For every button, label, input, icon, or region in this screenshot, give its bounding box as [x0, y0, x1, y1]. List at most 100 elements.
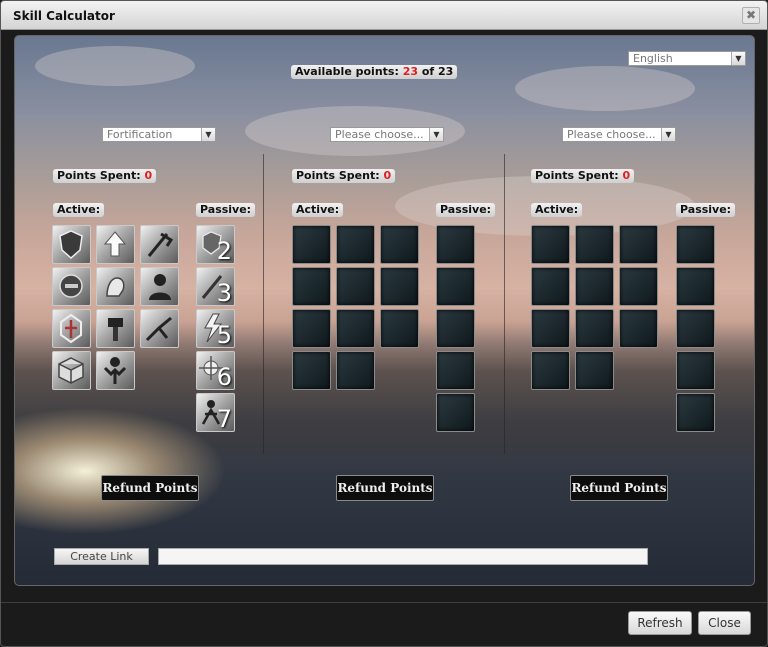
- passive-rank: 3: [216, 279, 232, 307]
- passive-blade-icon[interactable]: 3: [196, 267, 235, 307]
- passive-label-3: Passive:: [676, 203, 736, 217]
- active-skill-slot[interactable]: [380, 309, 419, 348]
- active-skill-slot[interactable]: [336, 351, 375, 390]
- active-label-2: Active:: [292, 203, 344, 217]
- passive-skill-slot[interactable]: [676, 393, 715, 432]
- fist-icon[interactable]: [96, 267, 135, 306]
- active-label-3: Active:: [531, 203, 583, 217]
- active-skill-slot[interactable]: [575, 267, 614, 306]
- skill-tree-select-value: Please choose...: [567, 128, 656, 141]
- passive-skill-slot[interactable]: [676, 267, 715, 306]
- passive-skill-slot[interactable]: [676, 309, 715, 348]
- create-link-button[interactable]: Create Link: [54, 548, 149, 565]
- refund-points-button-2[interactable]: Refund Points: [336, 475, 434, 501]
- passive-shield-icon[interactable]: 2: [196, 225, 235, 265]
- refund-points-button-3[interactable]: Refund Points: [570, 475, 668, 501]
- active-skill-slot[interactable]: [531, 225, 570, 264]
- leap-icon[interactable]: [140, 309, 179, 348]
- passive-burst-icon[interactable]: 6: [196, 351, 235, 391]
- points-spent-value: 0: [383, 169, 392, 182]
- points-spent-label: Points Spent:: [57, 169, 141, 182]
- footer-divider: [1, 602, 767, 603]
- passive-label-1: Passive:: [196, 203, 256, 217]
- passive-skill-slot[interactable]: [676, 351, 715, 390]
- shield-icon[interactable]: [52, 225, 91, 264]
- points-spent-value: 0: [144, 169, 153, 182]
- points-spent-value: 0: [622, 169, 631, 182]
- column-divider: [504, 154, 505, 454]
- active-skill-slot[interactable]: [380, 267, 419, 306]
- passive-skill-slot[interactable]: [436, 267, 475, 306]
- passive-rank: 6: [216, 363, 232, 391]
- active-skill-slot[interactable]: [336, 225, 375, 264]
- cloud-decoration: [35, 46, 195, 86]
- active-skill-slot[interactable]: [619, 225, 658, 264]
- active-skill-slot[interactable]: [380, 225, 419, 264]
- passive-skill-slot[interactable]: [436, 309, 475, 348]
- active-skill-slot[interactable]: [531, 309, 570, 348]
- chevron-down-icon: ▼: [661, 128, 675, 141]
- active-skill-slot[interactable]: [292, 351, 331, 390]
- column-divider: [263, 154, 264, 454]
- up-arrow-icon[interactable]: [96, 225, 135, 264]
- axe-strike-icon[interactable]: [140, 225, 179, 264]
- active-skill-slot[interactable]: [575, 225, 614, 264]
- passive-lightning-icon[interactable]: 5: [196, 309, 235, 349]
- cloud-decoration: [515, 66, 695, 111]
- passive-skill-slot[interactable]: [436, 393, 475, 432]
- helmet-icon[interactable]: [52, 267, 91, 306]
- skill-tree-select-value: Please choose...: [335, 128, 424, 141]
- passive-rank: 2: [216, 237, 232, 265]
- available-points-value: 23: [402, 65, 419, 78]
- available-points-total: of 23: [421, 65, 454, 78]
- refresh-button[interactable]: Refresh: [628, 611, 692, 635]
- hammer-icon[interactable]: [96, 309, 135, 348]
- skill-tree-select-3[interactable]: Please choose... ▼: [562, 127, 676, 142]
- active-skill-slot[interactable]: [336, 309, 375, 348]
- close-button[interactable]: Close: [698, 611, 751, 635]
- passive-skill-slot[interactable]: [436, 225, 475, 264]
- points-spent-1: Points Spent: 0: [53, 169, 157, 183]
- passive-rank: 5: [216, 321, 232, 349]
- passive-skill-slot[interactable]: [676, 225, 715, 264]
- active-skill-slot[interactable]: [619, 309, 658, 348]
- flex-icon[interactable]: [96, 351, 135, 390]
- chevron-down-icon: ▼: [731, 52, 745, 65]
- active-skill-slot[interactable]: [292, 309, 331, 348]
- passive-label-2: Passive:: [436, 203, 496, 217]
- refund-points-button-1[interactable]: Refund Points: [101, 475, 199, 501]
- points-spent-label: Points Spent:: [296, 169, 380, 182]
- silhouette-icon[interactable]: [140, 267, 179, 306]
- skill-tree-select-1[interactable]: Fortification ▼: [102, 127, 216, 142]
- cube-icon[interactable]: [52, 351, 91, 390]
- window-title: Skill Calculator: [13, 9, 115, 23]
- skill-tree-select-value: Fortification: [107, 128, 173, 141]
- skill-calculator-dialog: Skill Calculator ✖ Available points: 23 …: [0, 0, 768, 647]
- chevron-down-icon: ▼: [429, 128, 443, 141]
- active-skill-slot[interactable]: [292, 267, 331, 306]
- points-spent-label: Points Spent:: [535, 169, 619, 182]
- passive-rank: 7: [216, 405, 232, 433]
- passive-skill-slot[interactable]: [436, 351, 475, 390]
- points-spent-3: Points Spent: 0: [531, 169, 635, 183]
- emblem-icon[interactable]: [52, 309, 91, 348]
- available-points-label: Available points:: [295, 65, 399, 78]
- active-skill-slot[interactable]: [336, 267, 375, 306]
- calculator-panel: Available points: 23 of 23 English ▼ For…: [14, 35, 755, 586]
- active-skill-slot[interactable]: [619, 267, 658, 306]
- title-bar: Skill Calculator ✖: [1, 1, 767, 30]
- language-select[interactable]: English ▼: [628, 51, 746, 66]
- active-skill-slot[interactable]: [531, 267, 570, 306]
- chevron-down-icon: ▼: [201, 128, 215, 141]
- active-skill-slot[interactable]: [575, 351, 614, 390]
- skill-tree-select-2[interactable]: Please choose... ▼: [330, 127, 444, 142]
- link-output-field[interactable]: [158, 548, 648, 565]
- active-skill-slot[interactable]: [531, 351, 570, 390]
- points-spent-2: Points Spent: 0: [292, 169, 396, 183]
- passive-figure-icon[interactable]: 7: [196, 393, 235, 433]
- active-skill-slot[interactable]: [575, 309, 614, 348]
- language-select-value: English: [633, 52, 673, 65]
- active-label-1: Active:: [53, 203, 105, 217]
- close-icon[interactable]: ✖: [742, 7, 760, 24]
- active-skill-slot[interactable]: [292, 225, 331, 264]
